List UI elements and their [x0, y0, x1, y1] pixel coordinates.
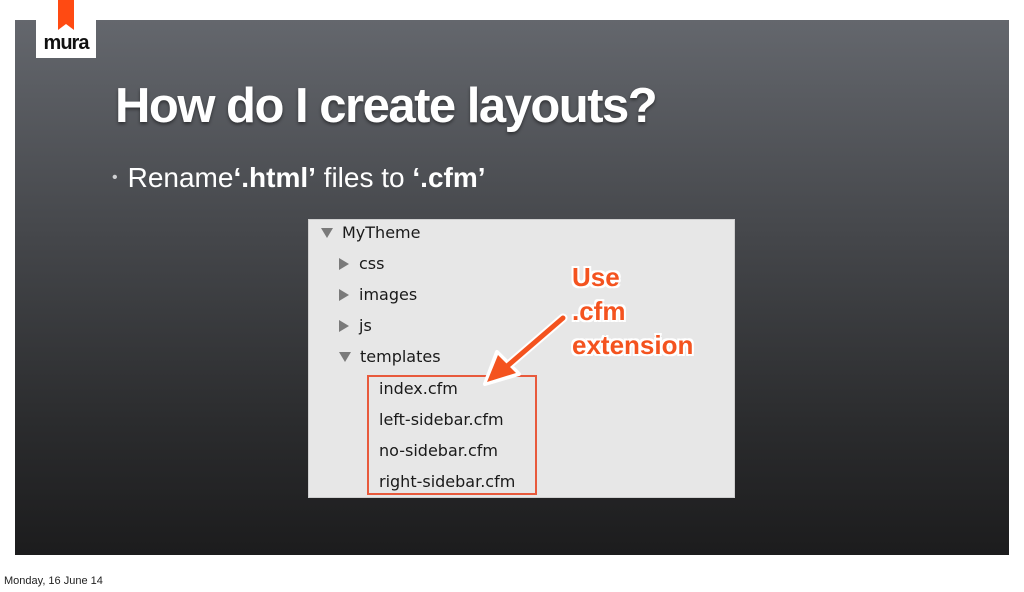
- file-item-no-sidebar: no-sidebar.cfm: [379, 441, 498, 460]
- bullet-from-ext: ‘.html’: [233, 162, 316, 193]
- bullet-to-ext: ‘.cfm’: [412, 162, 486, 193]
- callout-line: .cfm: [572, 296, 626, 326]
- callout-line: Use: [572, 262, 620, 292]
- tree-item-label: js: [359, 316, 372, 335]
- file-item-left-sidebar: left-sidebar.cfm: [379, 410, 504, 429]
- bullet-middle: files to: [315, 162, 413, 193]
- tree-item-css: css: [339, 254, 384, 273]
- tree-item-label: css: [359, 254, 385, 273]
- tree-item-label: MyTheme: [342, 223, 421, 242]
- tree-item-label: templates: [360, 347, 441, 366]
- disclosure-right-icon: [339, 257, 349, 270]
- callout-text: Use .cfm extension: [572, 260, 693, 362]
- bullet-item: • Rename ‘.html’ files to ‘.cfm’: [112, 162, 486, 194]
- tree-item-label: images: [359, 285, 418, 304]
- slide-footer-date: Monday, 16 June 14: [4, 575, 103, 587]
- disclosure-down-icon: [339, 351, 351, 362]
- arrow-icon: [483, 313, 568, 386]
- disclosure-down-icon: [321, 227, 333, 238]
- bullet-prefix: Rename: [127, 162, 234, 193]
- tree-item-templates: templates: [339, 347, 441, 366]
- logo-flag-icon: [58, 0, 74, 30]
- bullet-dot-icon: •: [112, 169, 118, 186]
- tree-item-images: images: [339, 285, 417, 304]
- tree-item-js: js: [339, 316, 372, 335]
- file-item-index: index.cfm: [379, 379, 458, 398]
- slide-title: How do I create layouts?: [115, 79, 658, 133]
- disclosure-right-icon: [339, 288, 349, 301]
- file-tree-screenshot: MyTheme css images js templates index.cf…: [308, 219, 735, 498]
- mura-logo: mura: [36, 0, 96, 58]
- tree-item-mytheme: MyTheme: [321, 223, 420, 242]
- callout-line: extension: [572, 330, 694, 360]
- file-item-right-sidebar: right-sidebar.cfm: [379, 472, 516, 491]
- logo-text: mura: [43, 32, 90, 54]
- disclosure-right-icon: [339, 319, 349, 332]
